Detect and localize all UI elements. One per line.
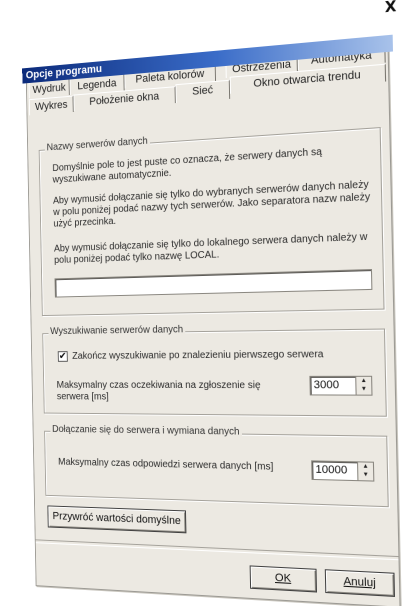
server-names-input[interactable] [55, 269, 373, 298]
tab-siec[interactable]: Sieć [175, 80, 230, 103]
up-arrow-icon[interactable]: ▲ [356, 377, 371, 385]
server-names-group: Nazwy serwerów danych Domyślnie pole to … [39, 127, 385, 316]
server-names-info-local: Aby wymusić dołączanie się tylko do loka… [54, 231, 372, 267]
cancel-button-label: Anuluj [343, 575, 376, 589]
server-names-legend: Nazwy serwerów danych [45, 136, 150, 154]
options-dialog: X Wydruk Legenda Paleta kolorów Ostrzeże… [21, 0, 405, 606]
search-timeout-spinner[interactable]: 3000 ▲ ▼ [309, 376, 372, 396]
search-timeout-value: 3000 [314, 379, 340, 391]
tab-wykres[interactable]: Wykres [29, 96, 74, 116]
search-timeout-label: Maksymalny czas oczekiwania na zgłoszeni… [57, 380, 296, 405]
up-arrow-icon[interactable]: ▲ [358, 462, 373, 471]
response-timeout-spinner[interactable]: 10000 ▲ ▼ [311, 460, 374, 481]
ok-button-label: OK [275, 572, 291, 585]
restore-defaults-button[interactable]: Przywróć wartości domyślne [47, 505, 186, 533]
server-connect-legend: Dołączanie się do serwera i wymiana dany… [50, 424, 241, 438]
response-timeout-label: Maksymalny czas odpowiedzi serwera danyc… [58, 457, 297, 475]
stop-after-first-server-label: Zakończ wyszukiwanie po znalezieniu pier… [72, 349, 365, 363]
screenshot-stage: X Wydruk Legenda Paleta kolorów Ostrzeże… [0, 0, 406, 606]
server-names-info-selected: Aby wymusić dołączanie się tylko do wybr… [53, 179, 371, 230]
server-search-legend: Wyszukiwanie serwerów danych [48, 324, 185, 337]
stop-after-first-server-checkbox[interactable]: ✔ [58, 351, 68, 362]
response-timeout-spin-buttons[interactable]: ▲ ▼ [357, 462, 373, 480]
down-arrow-icon[interactable]: ▼ [358, 471, 373, 480]
ok-button[interactable]: OK [250, 565, 317, 592]
response-timeout-value: 10000 [315, 464, 347, 477]
cancel-button[interactable]: Anuluj [325, 569, 395, 597]
close-icon[interactable]: X [385, 0, 397, 16]
server-search-group: Wyszukiwanie serwerów danych ✔ Zakończ w… [42, 328, 387, 416]
search-timeout-spin-buttons[interactable]: ▲ ▼ [355, 377, 371, 395]
server-names-info-default: Domyślnie pole to jest puste co oznacza,… [52, 144, 370, 187]
dialog-body: Wydruk Legenda Paleta kolorów Ostrzeżeni… [26, 46, 401, 606]
down-arrow-icon[interactable]: ▼ [356, 385, 371, 393]
server-connect-group: Dołączanie się do serwera i wymiana dany… [44, 431, 389, 507]
footer-separator [36, 539, 399, 560]
